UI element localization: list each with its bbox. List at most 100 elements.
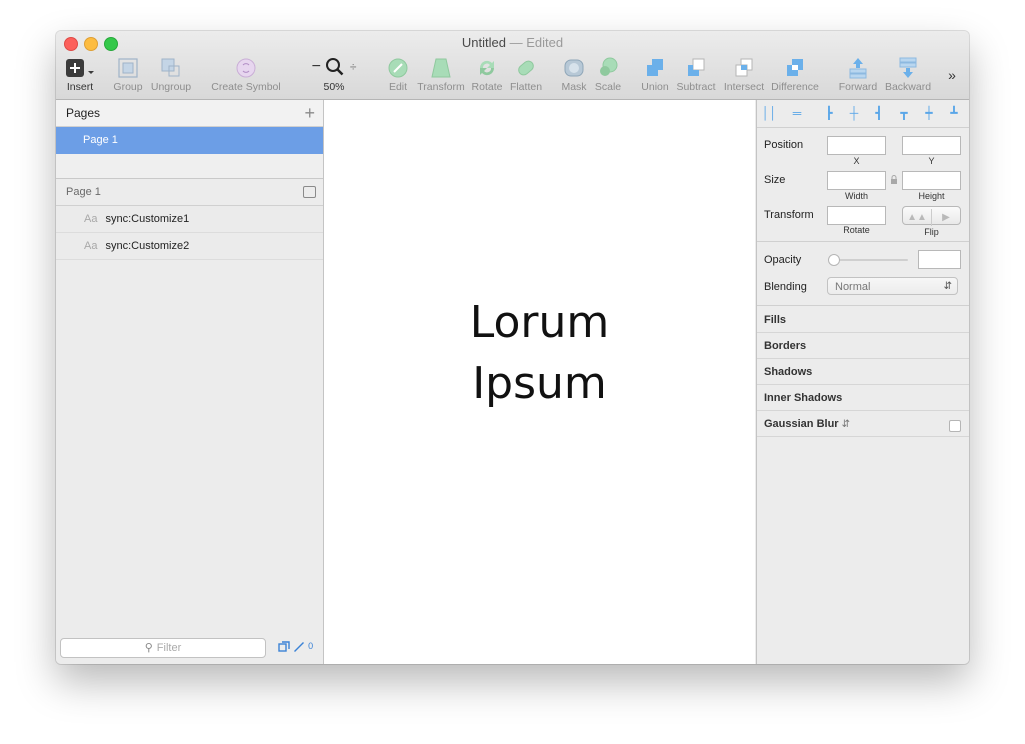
fills-section[interactable]: Fills: [764, 314, 786, 326]
toolbar-overflow-button[interactable]: »: [944, 67, 960, 83]
inner-shadows-section[interactable]: Inner Shadows: [764, 392, 842, 404]
artboard-filter-icon[interactable]: [278, 640, 290, 652]
app-window: Untitled — Edited Insert Group Ungroup C…: [56, 31, 969, 664]
gaussian-blur-section[interactable]: Gaussian Blur ⇵: [764, 418, 850, 430]
transform-icon: [431, 58, 451, 78]
flip-horizontal-icon[interactable]: ▲▲: [903, 209, 931, 226]
rotate-input[interactable]: [827, 206, 886, 225]
create-symbol-label: Create Symbol: [211, 81, 281, 93]
ungroup-icon: [161, 58, 180, 77]
difference-button[interactable]: Difference: [770, 55, 820, 93]
magnifier-icon: [326, 57, 344, 76]
align-left-icon[interactable]: ┣: [822, 106, 836, 120]
rotate-button[interactable]: Rotate: [470, 55, 504, 93]
subtract-icon: [688, 58, 705, 76]
canvas-text-line-2: Ipsum: [472, 358, 607, 409]
blending-value: Normal: [835, 281, 871, 293]
zoom-control[interactable]: − ÷ 50%: [304, 55, 364, 93]
mask-label: Mask: [561, 81, 587, 93]
opacity-slider-track[interactable]: [829, 259, 908, 261]
divider: [757, 241, 969, 242]
flip-caption: Flip: [924, 227, 939, 237]
intersect-button[interactable]: Intersect: [723, 55, 765, 93]
align-center-horizontal-icon[interactable]: ┼: [847, 106, 861, 120]
shadows-section[interactable]: Shadows: [764, 366, 812, 378]
send-backward-icon: [899, 57, 917, 78]
opacity-input[interactable]: [918, 250, 961, 269]
opacity-slider-handle[interactable]: [828, 254, 840, 266]
forward-label: Forward: [838, 81, 878, 93]
zoom-in-button[interactable]: ÷: [350, 60, 357, 74]
canvas[interactable]: Lorum Ipsum: [324, 100, 755, 664]
chevron-updown-icon[interactable]: ⇵: [842, 419, 850, 430]
group-button[interactable]: Group: [113, 55, 143, 93]
divider: [757, 436, 969, 437]
insert-button[interactable]: Insert: [65, 55, 95, 93]
divider: [757, 332, 969, 333]
layer-name: sync:Customize2: [105, 240, 190, 252]
width-input[interactable]: [827, 171, 886, 190]
flatten-button[interactable]: Flatten: [508, 55, 544, 93]
transform-button[interactable]: Transform: [416, 55, 466, 93]
scale-button[interactable]: Scale: [593, 55, 623, 93]
position-y-input[interactable]: [902, 136, 961, 155]
mask-button[interactable]: Mask: [560, 55, 588, 93]
flatten-label: Flatten: [509, 81, 543, 93]
layer-row[interactable]: Aa sync:Customize1: [56, 206, 323, 233]
borders-section[interactable]: Borders: [764, 340, 806, 352]
layer-name: sync:Customize1: [105, 213, 190, 225]
blending-select[interactable]: Normal ⇵: [827, 277, 958, 295]
difference-icon: [787, 59, 803, 76]
zoom-out-button[interactable]: −: [312, 58, 321, 75]
flip-vertical-icon[interactable]: ▶: [931, 209, 960, 226]
chevron-updown-icon: ⇵: [943, 281, 952, 292]
bring-forward-icon: [849, 58, 867, 79]
height-input[interactable]: [902, 171, 961, 190]
edit-button[interactable]: Edit: [385, 55, 411, 93]
layer-filter-input[interactable]: ⚲ Filter: [60, 638, 266, 658]
filter-options[interactable]: 0: [278, 640, 313, 652]
pages-list-empty-area: [56, 154, 323, 179]
toolbar: Untitled — Edited Insert Group Ungroup C…: [56, 31, 969, 100]
zoom-level: 50%: [323, 81, 345, 93]
brush-icon[interactable]: [293, 641, 305, 652]
rotate-icon: [479, 60, 495, 76]
forward-button[interactable]: Forward: [838, 55, 878, 93]
backward-button[interactable]: Backward: [884, 55, 932, 93]
ungroup-button[interactable]: Ungroup: [149, 55, 193, 93]
union-button[interactable]: Union: [640, 55, 670, 93]
lock-icon[interactable]: [890, 175, 898, 185]
edit-icon: [388, 58, 408, 78]
distribute-vertical-icon[interactable]: ═: [790, 106, 804, 120]
collapse-artboards-icon[interactable]: [303, 186, 316, 198]
height-caption: Height: [918, 191, 945, 201]
x-caption: X: [853, 156, 860, 166]
align-right-icon[interactable]: ┫: [872, 106, 886, 120]
divider: [757, 384, 969, 385]
group-label: Group: [113, 81, 143, 93]
canvas-text-line-1: Lorum: [469, 297, 610, 348]
position-x-input[interactable]: [827, 136, 886, 155]
filter-placeholder: Filter: [156, 642, 182, 654]
group-icon: [118, 58, 138, 78]
scale-icon: [600, 57, 618, 76]
filter-count: 0: [308, 641, 314, 651]
align-top-icon[interactable]: ┳: [897, 106, 911, 120]
page-item[interactable]: Page 1: [56, 127, 323, 154]
distribute-horizontal-icon[interactable]: ││: [762, 106, 777, 120]
create-symbol-button[interactable]: Create Symbol: [210, 55, 282, 93]
y-caption: Y: [928, 156, 935, 166]
gaussian-blur-checkbox[interactable]: [949, 420, 961, 432]
add-page-button[interactable]: +: [304, 100, 315, 126]
canvas-text-layer[interactable]: Lorum Ipsum: [324, 292, 755, 414]
flip-buttons: ▲▲ ▶: [902, 206, 961, 226]
current-page-header: Page 1: [56, 179, 323, 206]
blending-label: Blending: [764, 281, 807, 293]
flatten-icon: [518, 60, 534, 76]
subtract-button[interactable]: Subtract: [676, 55, 716, 93]
layer-row[interactable]: Aa sync:Customize2: [56, 233, 323, 260]
align-bottom-icon[interactable]: ┻: [947, 106, 961, 120]
transform-label: Transform: [417, 81, 465, 93]
align-middle-vertical-icon[interactable]: ┿: [922, 106, 936, 120]
edited-status: Edited: [526, 35, 564, 50]
